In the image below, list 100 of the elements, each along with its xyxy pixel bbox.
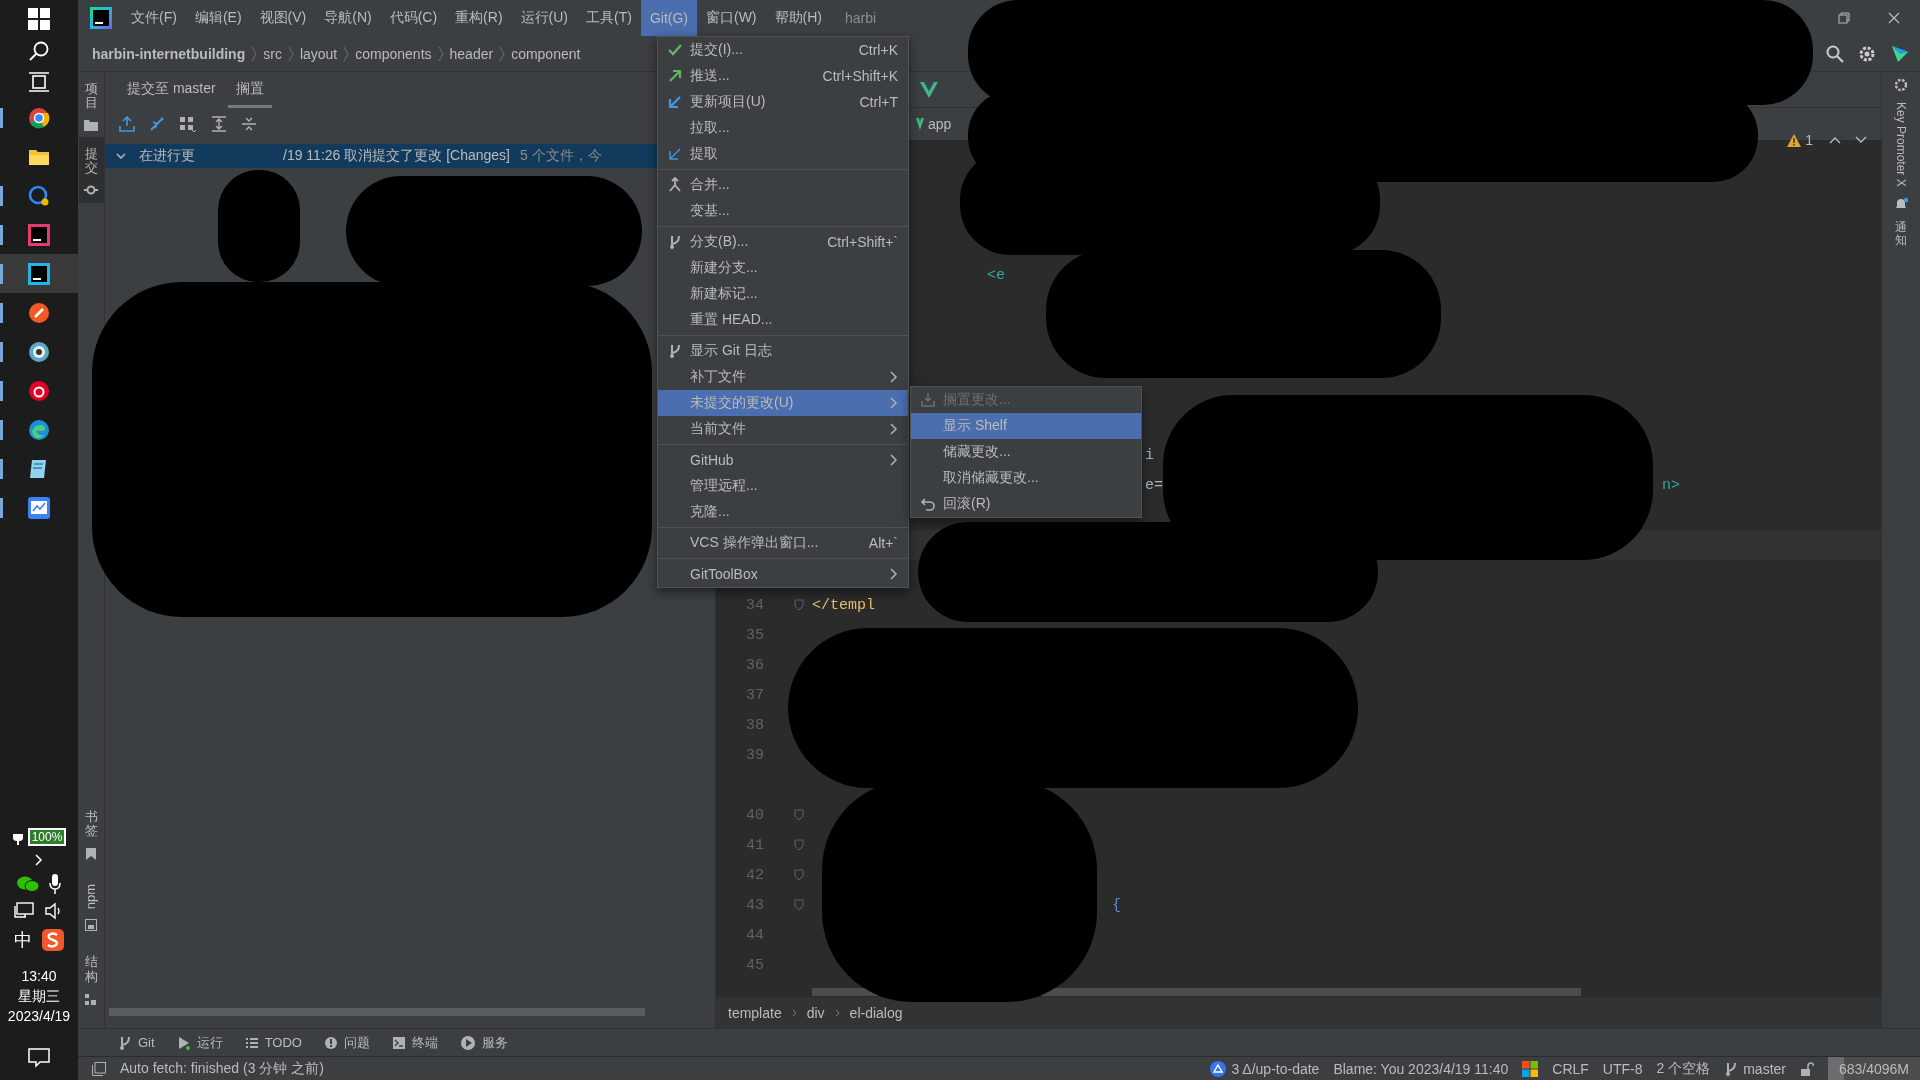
menu-item[interactable]: 分支(B)... Ctrl+Shift+` xyxy=(658,229,908,255)
ide-icon[interactable] xyxy=(28,262,50,285)
chevron-right-icon[interactable] xyxy=(35,854,43,866)
menu-item[interactable]: 文件(F) xyxy=(122,0,186,36)
tool-window-button[interactable]: 运行 xyxy=(176,1033,223,1052)
menu-item[interactable]: 取消储藏更改... xyxy=(911,465,1141,491)
blame-info[interactable]: Blame: You 2023/4/19 11:40 xyxy=(1333,1060,1509,1077)
breadcrumb-item[interactable]: div xyxy=(806,1005,825,1021)
microphone-icon[interactable] xyxy=(49,874,61,894)
breadcrumb-item[interactable]: component xyxy=(505,45,587,62)
indent-selector[interactable]: 2 个空格 xyxy=(1656,1059,1711,1078)
menu-item[interactable]: 克隆... xyxy=(658,499,908,525)
warning-counter[interactable]: 1 xyxy=(1787,132,1867,148)
whiteboard-icon[interactable] xyxy=(28,496,50,519)
windows-logo-icon[interactable] xyxy=(28,8,50,30)
monitor-icon[interactable] xyxy=(14,902,34,920)
tool-window-button[interactable]: Git xyxy=(118,1034,155,1051)
group-by-icon[interactable] xyxy=(179,116,197,132)
menu-item[interactable]: 帮助(H) xyxy=(765,0,831,36)
panel-tab[interactable]: 搁置 xyxy=(227,72,272,108)
vue-logo-icon[interactable] xyxy=(920,81,938,98)
menu-item[interactable]: GitHub xyxy=(658,447,908,473)
input-method-indicator[interactable]: 中 xyxy=(14,928,32,952)
menu-item[interactable]: 运行(U) xyxy=(511,0,577,36)
bookmark-icon[interactable] xyxy=(86,848,96,861)
search-icon[interactable] xyxy=(28,40,50,62)
menu-item[interactable]: 导航(N) xyxy=(315,0,381,36)
swirl-app-icon[interactable] xyxy=(42,929,64,951)
unlocked-icon[interactable] xyxy=(1800,1061,1814,1076)
settings-icon[interactable] xyxy=(1858,44,1876,63)
fold-marker-icon[interactable] xyxy=(794,869,804,881)
search-icon[interactable] xyxy=(1826,44,1844,63)
tool-window-button[interactable]: 终端 xyxy=(391,1033,438,1052)
package-icon[interactable] xyxy=(85,919,97,932)
browser-icon[interactable] xyxy=(28,106,50,129)
menu-item[interactable]: 提交(I)... Ctrl+K xyxy=(658,37,908,63)
menu-item[interactable]: 重置 HEAD... xyxy=(658,307,908,333)
encoding-selector[interactable]: UTF-8 xyxy=(1602,1060,1643,1077)
tool-window-button[interactable]: 服务 xyxy=(459,1033,508,1052)
fold-marker-icon[interactable] xyxy=(794,899,804,911)
menu-item[interactable]: 当前文件 xyxy=(658,416,908,442)
collapse-all-icon[interactable] xyxy=(241,116,257,132)
breadcrumb-item[interactable]: harbin-internetbuilding xyxy=(92,45,252,62)
horizontal-scrollbar[interactable] xyxy=(109,1008,645,1016)
globe-icon[interactable] xyxy=(28,340,50,363)
menu-item[interactable]: 管理远程... xyxy=(658,473,908,499)
panel-toggle-icon[interactable] xyxy=(92,1061,106,1076)
chat-bubble-icon[interactable] xyxy=(28,184,50,207)
menu-item[interactable]: 储藏更改... xyxy=(911,439,1141,465)
tool-window-tab[interactable]: 项目 xyxy=(78,78,104,115)
breadcrumb-item[interactable]: el-dialog xyxy=(849,1005,903,1021)
menu-item[interactable]: 显示 Git 日志 xyxy=(658,338,908,364)
music-icon[interactable] xyxy=(28,379,50,402)
tool-window-tab[interactable]: 结构 xyxy=(78,951,104,988)
breadcrumb-item[interactable]: src xyxy=(257,45,288,62)
branch-selector[interactable]: master xyxy=(1724,1060,1786,1077)
menu-item[interactable]: 视图(V) xyxy=(250,0,316,36)
tool-window-tab[interactable]: 通知 xyxy=(1895,220,1907,248)
menu-item[interactable]: 工具(T) xyxy=(577,0,641,36)
menu-item[interactable]: 窗口(W) xyxy=(697,0,766,36)
chat-bubbles-icon[interactable] xyxy=(17,875,39,893)
menu-item[interactable]: 代码(C) xyxy=(380,0,447,36)
close-icon[interactable] xyxy=(1888,12,1900,24)
structure-icon[interactable] xyxy=(85,994,97,1006)
menu-item[interactable]: 合并... xyxy=(658,172,908,198)
tool-window-tab[interactable]: Key Promoter X xyxy=(1894,102,1908,187)
breadcrumb-item[interactable]: template xyxy=(728,1005,782,1021)
menu-item[interactable]: 提取 xyxy=(658,141,908,167)
menu-item[interactable]: 更新项目(U) Ctrl+T xyxy=(658,89,908,115)
menu-item[interactable]: GitToolBox xyxy=(658,561,908,587)
chevron-down-icon[interactable] xyxy=(115,150,127,162)
upload-icon[interactable] xyxy=(119,116,135,132)
line-ending-selector[interactable]: CRLF xyxy=(1552,1060,1589,1077)
panel-tab[interactable]: 提交至 master xyxy=(119,72,224,108)
status-message[interactable]: Auto fetch: finished (3 分钟 之前) xyxy=(120,1059,324,1078)
editor-tab[interactable]: app xyxy=(928,116,952,132)
menu-item[interactable]: 新建标记... xyxy=(658,281,908,307)
ide-icon[interactable] xyxy=(28,223,50,246)
pen-circle-icon[interactable] xyxy=(28,301,50,324)
four-squares-logo-icon[interactable] xyxy=(1522,1060,1539,1077)
plugin-logo-icon[interactable] xyxy=(1890,43,1910,64)
menu-item[interactable]: VCS 操作弹出窗口... Alt+` xyxy=(658,530,908,556)
menu-item[interactable]: 变基... xyxy=(658,198,908,224)
menu-item[interactable]: 拉取... xyxy=(658,115,908,141)
browser-wave-icon[interactable] xyxy=(28,418,50,441)
breadcrumb-item[interactable]: layout xyxy=(293,45,344,62)
fold-marker-icon[interactable] xyxy=(794,809,804,821)
expand-all-icon[interactable] xyxy=(211,116,227,132)
menu-item[interactable]: 编辑(E) xyxy=(185,0,251,36)
fold-marker-icon[interactable] xyxy=(794,839,804,851)
bell-icon[interactable] xyxy=(1894,196,1908,211)
breadcrumb-item[interactable]: header xyxy=(443,45,500,62)
tool-window-button[interactable]: TODO xyxy=(244,1035,302,1050)
restore-icon[interactable] xyxy=(1838,12,1850,24)
notification-icon[interactable] xyxy=(28,1048,50,1068)
tool-window-tab[interactable]: 书签 xyxy=(78,805,104,843)
clock-time[interactable]: 13:40 xyxy=(21,966,57,986)
menu-item[interactable]: 重构(R) xyxy=(446,0,512,36)
menu-item[interactable]: 新建分支... xyxy=(658,255,908,281)
breadcrumb-item[interactable]: components xyxy=(349,45,438,62)
